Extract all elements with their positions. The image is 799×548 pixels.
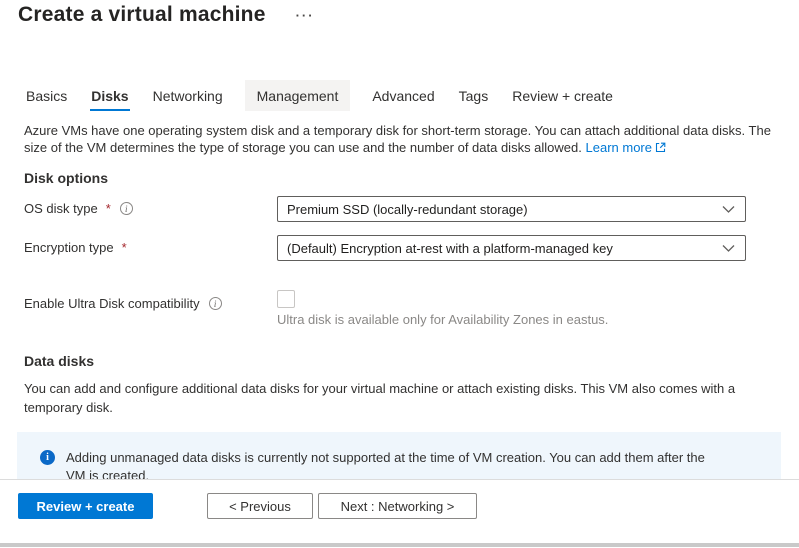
previous-button[interactable]: < Previous: [207, 493, 313, 519]
learn-more-link[interactable]: Learn more: [586, 140, 666, 155]
data-disks-heading: Data disks: [24, 353, 94, 369]
wizard-footer: Review + create < Previous Next : Networ…: [0, 479, 799, 543]
info-icon[interactable]: i: [120, 202, 133, 215]
tab-basics[interactable]: Basics: [24, 80, 69, 111]
wizard-tabs: Basics Disks Networking Management Advan…: [24, 80, 615, 111]
ultra-disk-checkbox[interactable]: [277, 290, 295, 308]
encryption-type-label: Encryption type *: [24, 240, 127, 255]
ultra-disk-label: Enable Ultra Disk compatibility i: [24, 296, 222, 311]
required-marker: *: [122, 240, 127, 255]
review-create-button[interactable]: Review + create: [18, 493, 153, 519]
os-disk-type-label-text: OS disk type: [24, 201, 98, 216]
encryption-type-dropdown[interactable]: (Default) Encryption at-rest with a plat…: [277, 235, 746, 261]
info-icon[interactable]: i: [209, 297, 222, 310]
tab-review-create[interactable]: Review + create: [510, 80, 615, 111]
disk-options-heading: Disk options: [24, 170, 108, 186]
tab-tags[interactable]: Tags: [457, 80, 491, 111]
encryption-type-value: (Default) Encryption at-rest with a plat…: [287, 241, 613, 256]
page-header: Create a virtual machine ···: [18, 3, 315, 27]
info-filled-icon: i: [40, 450, 55, 465]
encryption-type-label-text: Encryption type: [24, 240, 114, 255]
next-networking-button[interactable]: Next : Networking >: [318, 493, 477, 519]
tab-management[interactable]: Management: [245, 80, 351, 111]
os-disk-type-label: OS disk type * i: [24, 201, 133, 216]
tab-disks[interactable]: Disks: [89, 80, 130, 111]
os-disk-type-dropdown[interactable]: Premium SSD (locally-redundant storage): [277, 196, 746, 222]
chevron-down-icon: [722, 244, 735, 253]
external-link-icon: [655, 140, 666, 157]
tab-networking[interactable]: Networking: [151, 80, 225, 111]
more-options-icon[interactable]: ···: [296, 8, 315, 23]
data-disks-description: You can add and configure additional dat…: [24, 379, 759, 417]
ultra-disk-helper-text: Ultra disk is available only for Availab…: [277, 312, 608, 327]
disks-tab-description: Azure VMs have one operating system disk…: [24, 122, 781, 157]
chevron-down-icon: [722, 205, 735, 214]
ultra-disk-label-text: Enable Ultra Disk compatibility: [24, 296, 200, 311]
create-vm-page: Create a virtual machine ··· Basics Disk…: [0, 0, 799, 548]
bottom-scrollbar-track[interactable]: [0, 543, 799, 547]
page-title: Create a virtual machine: [18, 3, 266, 27]
learn-more-label: Learn more: [586, 140, 652, 155]
required-marker: *: [106, 201, 111, 216]
os-disk-type-value: Premium SSD (locally-redundant storage): [287, 202, 528, 217]
tab-advanced[interactable]: Advanced: [370, 80, 436, 111]
